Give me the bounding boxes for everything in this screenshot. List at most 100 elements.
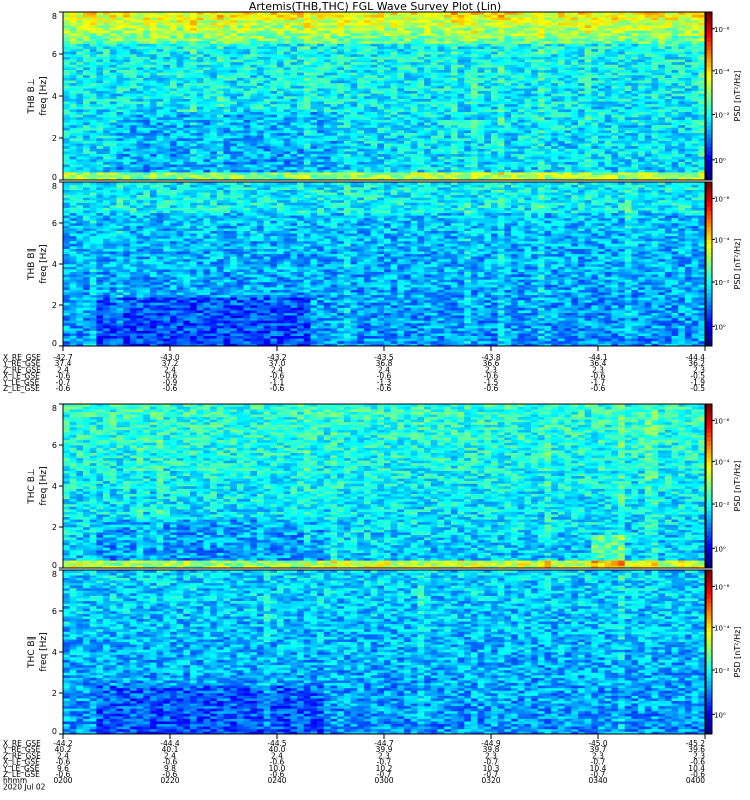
spectrogram-cell [317, 46, 324, 49]
spectrogram-cell [351, 170, 358, 173]
spectrogram-cell [484, 33, 491, 36]
spectrogram-cell [63, 107, 70, 110]
spectrogram-cell [444, 109, 451, 112]
spectrogram-cell [230, 149, 237, 152]
spectrogram-cell [317, 128, 324, 131]
spectrogram-cell [96, 154, 103, 157]
spectrogram-cell [83, 107, 90, 110]
spectrogram-cell [324, 120, 331, 123]
spectrogram-cell [504, 125, 511, 128]
spectrogram-cell [183, 128, 190, 131]
spectrogram-cell [170, 149, 177, 152]
spectrogram-cell [504, 62, 511, 65]
spectrogram-cell [103, 133, 110, 136]
spectrogram-cell [210, 30, 217, 33]
spectrogram-cell [297, 162, 304, 165]
spectrogram-cell [498, 167, 505, 170]
spectrogram-cell [203, 20, 210, 23]
spectrogram-cell [264, 175, 271, 178]
spectrogram-cell [451, 170, 458, 173]
spectrogram-cell [551, 78, 558, 81]
spectrogram-cell [431, 172, 438, 175]
spectrogram-cell [117, 133, 124, 136]
spectrogram-cell [230, 172, 237, 175]
spectrogram-cell [250, 138, 257, 141]
spectrogram-cell [417, 128, 424, 131]
spectrogram-cell [331, 120, 338, 123]
spectrogram-cell [438, 54, 445, 57]
spectrogram-cell [197, 28, 204, 31]
spectrogram-cell [571, 86, 578, 89]
spectrogram-cell [451, 93, 458, 96]
spectrogram-cell [458, 78, 465, 81]
spectrogram-cell [377, 44, 384, 47]
spectrogram-cell [237, 172, 244, 175]
spectrogram-cell [224, 57, 231, 60]
spectrogram-cell [404, 107, 411, 110]
spectrogram-cell [324, 172, 331, 175]
spectrogram-cell [297, 70, 304, 73]
spectrogram-cell [310, 167, 317, 170]
spectrogram-cell [331, 154, 338, 157]
spectrogram-cell [117, 104, 124, 107]
spectrogram-cell [150, 112, 157, 115]
spectrogram-cell [83, 67, 90, 70]
spectrogram-cell [70, 135, 77, 138]
spectrogram-cell [83, 130, 90, 133]
spectrogram-cell [170, 146, 177, 149]
spectrogram-cell [63, 88, 70, 91]
spectrogram-cell [585, 175, 592, 178]
spectrogram-cell [558, 135, 565, 138]
spectrogram-cell [137, 20, 144, 23]
spectrogram-cell [531, 44, 538, 47]
spectrogram-cell [571, 101, 578, 104]
spectrogram-cell [177, 30, 184, 33]
spectrogram-cell [170, 141, 177, 144]
spectrogram-cell [317, 25, 324, 28]
spectrogram-cell [491, 41, 498, 44]
spectrogram-cell [464, 23, 471, 26]
spectrogram-cell [117, 170, 124, 173]
spectrogram-cell [103, 78, 110, 81]
spectrogram-cell [143, 141, 150, 144]
spectrogram-cell [304, 49, 311, 52]
spectrogram-cell [197, 25, 204, 28]
spectrogram-cell [83, 122, 90, 125]
spectrogram-cell [498, 75, 505, 78]
spectrogram-cell [103, 25, 110, 28]
spectrogram-cell [277, 112, 284, 115]
spectrogram-cell [498, 109, 505, 112]
spectrogram-cell [478, 101, 485, 104]
spectrogram-cell [217, 70, 224, 73]
spectrogram-cell [417, 109, 424, 112]
spectrogram-cell [244, 133, 251, 136]
spectrogram-cell [150, 33, 157, 36]
spectrogram-cell [237, 44, 244, 47]
spectrogram-cell [511, 65, 518, 68]
spectrogram-cell [310, 164, 317, 167]
spectrogram-cell [551, 107, 558, 110]
spectrogram-cell [331, 162, 338, 165]
spectrogram-cell [190, 170, 197, 173]
spectrogram-cell [197, 156, 204, 159]
spectrogram-cell [257, 125, 264, 128]
spectrogram-cell [137, 80, 144, 83]
spectrogram-cell [444, 120, 451, 123]
spectrogram-cell [237, 46, 244, 49]
spectrogram-cell [230, 65, 237, 68]
spectrogram-cell [264, 67, 271, 70]
spectrogram-cell [558, 44, 565, 47]
spectrogram-cell [284, 30, 291, 33]
spectrogram-cell [284, 28, 291, 31]
spectrogram-cell [110, 141, 117, 144]
spectrogram-cell [224, 120, 231, 123]
spectrogram-cell [377, 80, 384, 83]
spectrogram-cell [197, 17, 204, 20]
spectrogram-cell [451, 59, 458, 62]
spectrogram-cell [511, 112, 518, 115]
spectrogram-cell [257, 28, 264, 31]
spectrogram-cell [177, 49, 184, 52]
spectrogram-cell [63, 170, 70, 173]
spectrogram-cell [83, 151, 90, 154]
spectrogram-cell [377, 72, 384, 75]
